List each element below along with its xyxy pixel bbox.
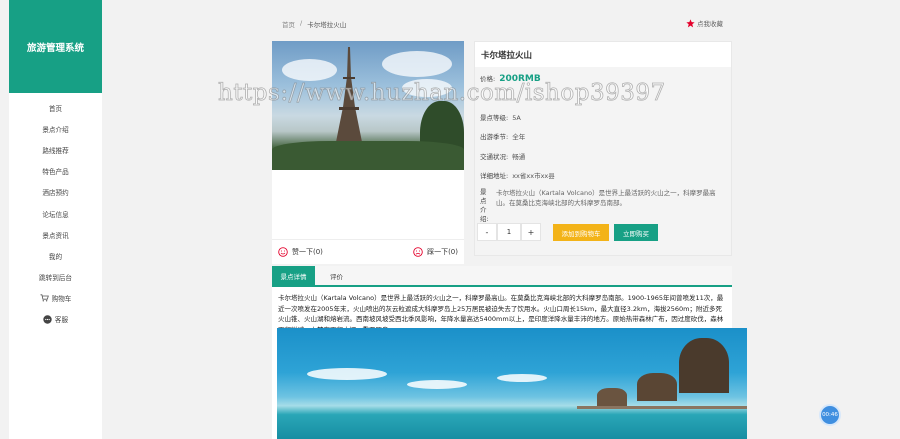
tab-details[interactable]: 景点详情	[272, 266, 315, 285]
like-button[interactable]: 赞一下(0)	[278, 247, 323, 257]
sidebar-item-admin[interactable]: 跳转到后台	[9, 267, 102, 288]
dislike-button[interactable]: 踩一下(0)	[413, 247, 458, 257]
sidebar-item-routes[interactable]: 路线推荐	[9, 139, 102, 160]
sidebar-item-hotel[interactable]: 酒店预约	[9, 182, 102, 203]
sidebar-item-attractions[interactable]: 景点介绍	[9, 118, 102, 139]
product-name: 卡尔塔拉火山	[475, 42, 731, 67]
breadcrumb-current: 卡尔塔拉火山	[307, 21, 347, 29]
tab-reviews[interactable]: 评价	[315, 266, 358, 285]
qty-minus-button[interactable]: -	[477, 223, 497, 241]
traffic-row: 交通状况: 畅通	[480, 153, 526, 161]
floating-chat-button[interactable]: 00:46	[819, 404, 841, 426]
sidebar-nav: 首页 景点介绍 路线推荐 特色产品 酒店预约 论坛信息 景点资讯 我的 跳转到后…	[9, 93, 102, 330]
detail-photo	[277, 328, 747, 439]
sidebar-item-news[interactable]: 景点资讯	[9, 224, 102, 245]
vote-bar: 赞一下(0) 踩一下(0)	[272, 239, 464, 264]
sidebar: 旅游管理系统 首页 景点介绍 路线推荐 特色产品 酒店预约 论坛信息 景点资讯 …	[9, 0, 102, 439]
detail-tabs: 景点详情 评价	[272, 266, 732, 287]
attraction-photo	[272, 41, 464, 170]
cart-icon	[40, 294, 49, 302]
qty-input[interactable]: 1	[497, 223, 521, 241]
star-icon	[686, 18, 695, 27]
breadcrumb-separator: /	[300, 19, 303, 27]
breadcrumb-home[interactable]: 首页	[282, 19, 295, 29]
intro-row: 景点介绍: 卡尔塔拉火山（Kartala Volcano）是世界上最活跃的火山之…	[480, 188, 716, 223]
season-row: 出游季节: 全年	[480, 133, 526, 141]
price-value: 200RMB	[499, 74, 541, 84]
sad-icon	[413, 247, 423, 257]
sidebar-item-forum[interactable]: 论坛信息	[9, 203, 102, 224]
breadcrumb: 首页 / 卡尔塔拉火山	[282, 19, 346, 29]
buy-now-button[interactable]: 立即购买	[614, 224, 658, 241]
address-row: 详细地址: xx省xx市xx县	[480, 172, 555, 180]
detail-panel: 景点详情 评价 卡尔塔拉火山（Kartala Volcano）是世界上最活跃的火…	[272, 266, 747, 439]
chat-icon	[43, 315, 52, 324]
sidebar-item-mine[interactable]: 我的	[9, 245, 102, 266]
sidebar-item-home[interactable]: 首页	[9, 97, 102, 118]
price-row: 价格: 200RMB	[480, 74, 541, 84]
quantity-stepper: - 1 +	[477, 223, 541, 241]
rating-row: 景点等级: 5A	[480, 114, 521, 122]
smile-icon	[278, 247, 288, 257]
add-to-cart-button[interactable]: 添加到购物车	[553, 224, 609, 241]
sidebar-item-service[interactable]: 客服	[9, 309, 102, 330]
qty-plus-button[interactable]: +	[521, 223, 541, 241]
sidebar-item-products[interactable]: 特色产品	[9, 161, 102, 182]
sidebar-item-cart[interactable]: 购物车	[9, 288, 102, 309]
app-title: 旅游管理系统	[9, 0, 102, 93]
favorite-button[interactable]: 点我收藏	[686, 18, 723, 28]
image-card: 赞一下(0) 踩一下(0)	[272, 41, 464, 264]
